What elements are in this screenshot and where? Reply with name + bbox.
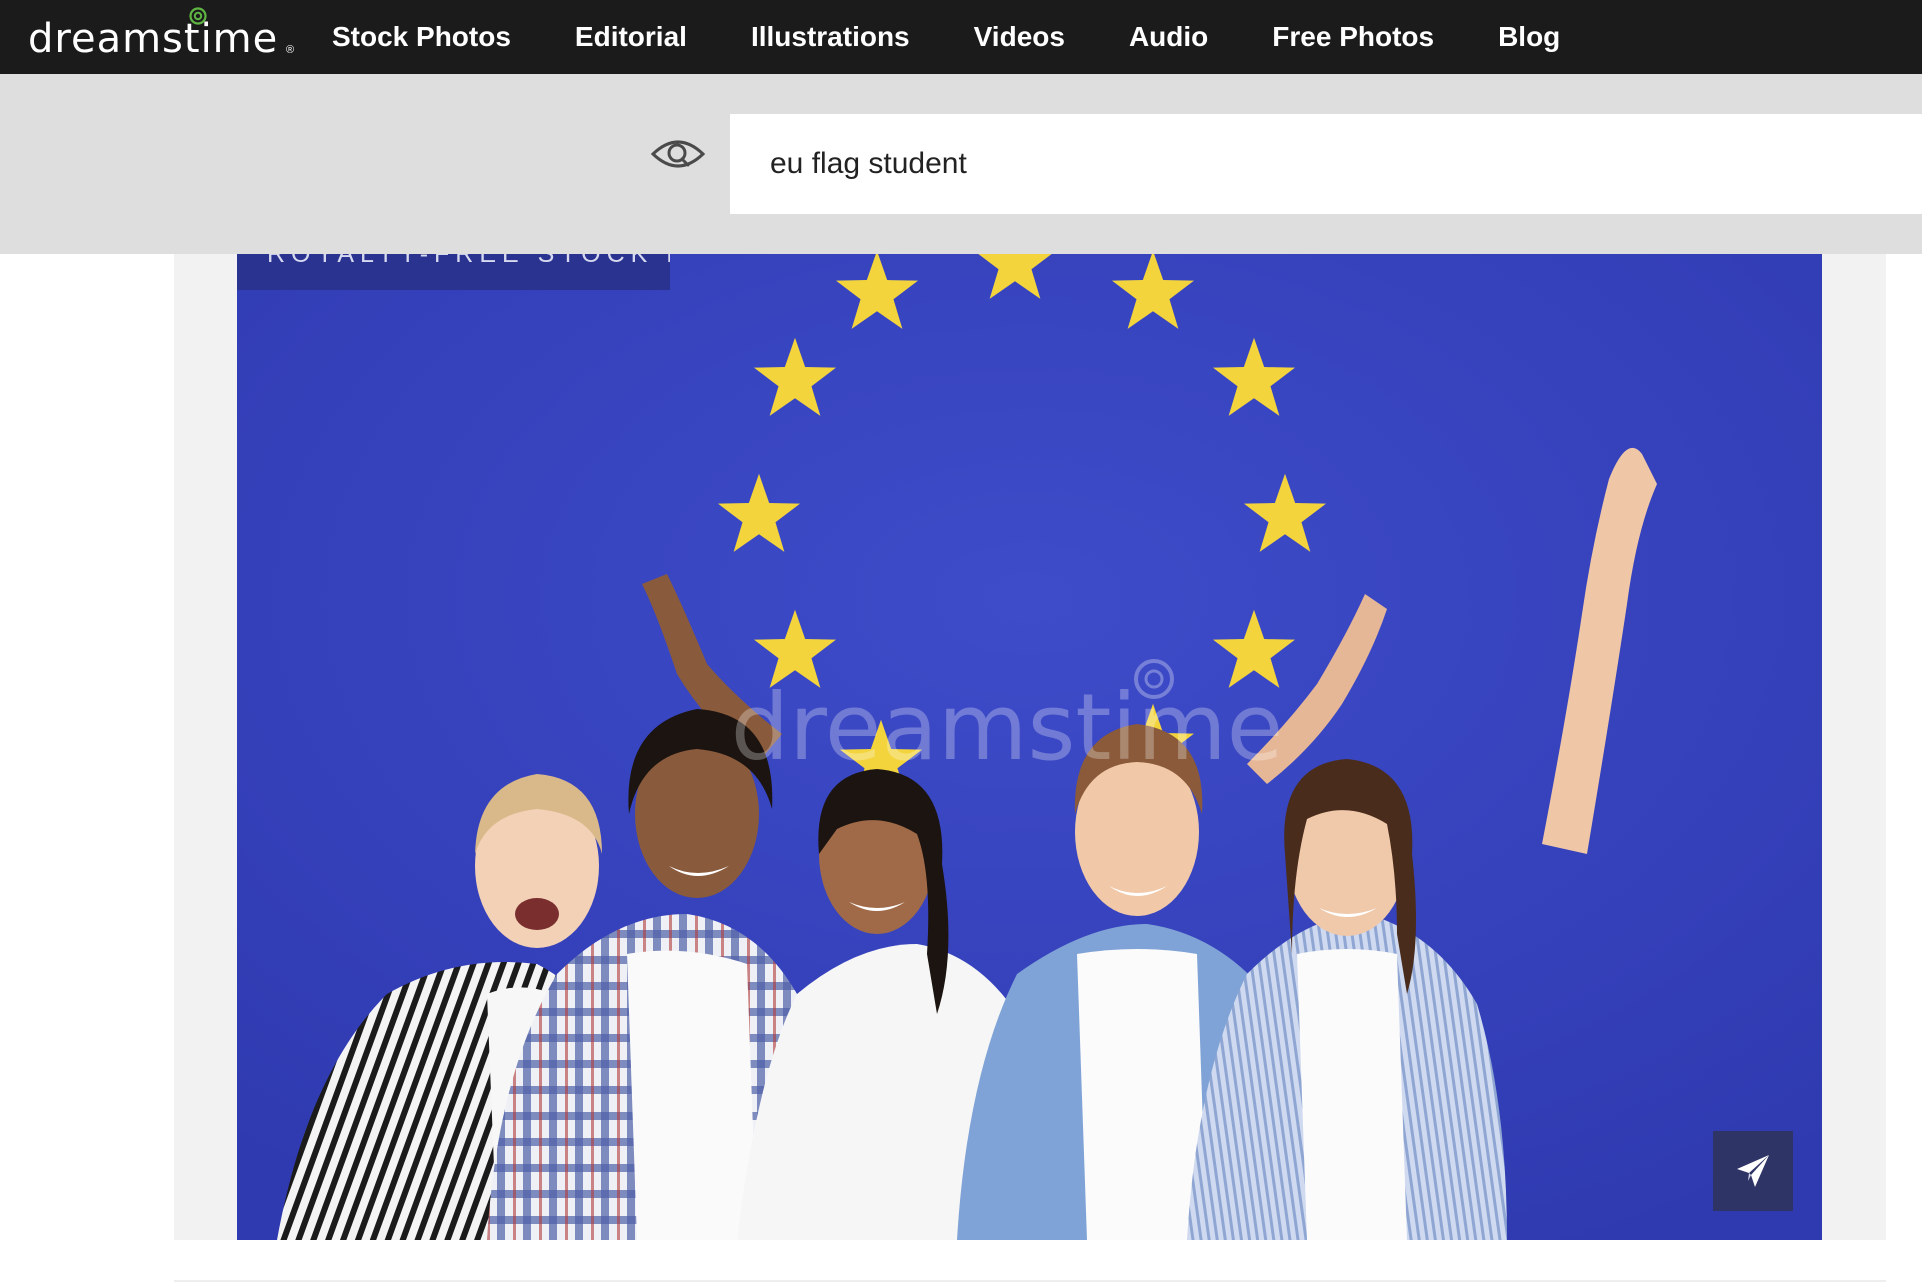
stock-photo[interactable]: dreamstime <box>237 254 1822 1240</box>
eye-search-icon[interactable] <box>650 134 706 174</box>
royalty-free-badge: ROYALTY-FREE STOCK PHOTO <box>237 254 670 290</box>
logo-swirl-icon <box>189 7 207 25</box>
search-input[interactable] <box>730 114 1922 214</box>
nav-videos[interactable]: Videos <box>974 21 1065 53</box>
bottom-divider <box>174 1280 1886 1282</box>
badge-label: ROYALTY-FREE STOCK PHOTO <box>267 254 670 268</box>
nav-audio[interactable]: Audio <box>1129 21 1208 53</box>
share-button[interactable] <box>1713 1131 1793 1211</box>
watermark: dreamstime <box>731 674 1284 781</box>
logo-registered-mark: ® <box>286 44 295 56</box>
logo-text: dreamstime <box>28 16 279 62</box>
nav-illustrations[interactable]: Illustrations <box>751 21 910 53</box>
main-nav: Stock Photos Editorial Illustrations Vid… <box>332 0 1624 74</box>
nav-editorial[interactable]: Editorial <box>575 21 687 53</box>
paper-plane-icon <box>1737 1155 1769 1187</box>
nav-stock-photos[interactable]: Stock Photos <box>332 21 511 53</box>
top-navigation: dreamstime ® Stock Photos Editorial Illu… <box>0 0 1922 74</box>
nav-free-photos[interactable]: Free Photos <box>1272 21 1434 53</box>
nav-blog[interactable]: Blog <box>1498 21 1560 53</box>
